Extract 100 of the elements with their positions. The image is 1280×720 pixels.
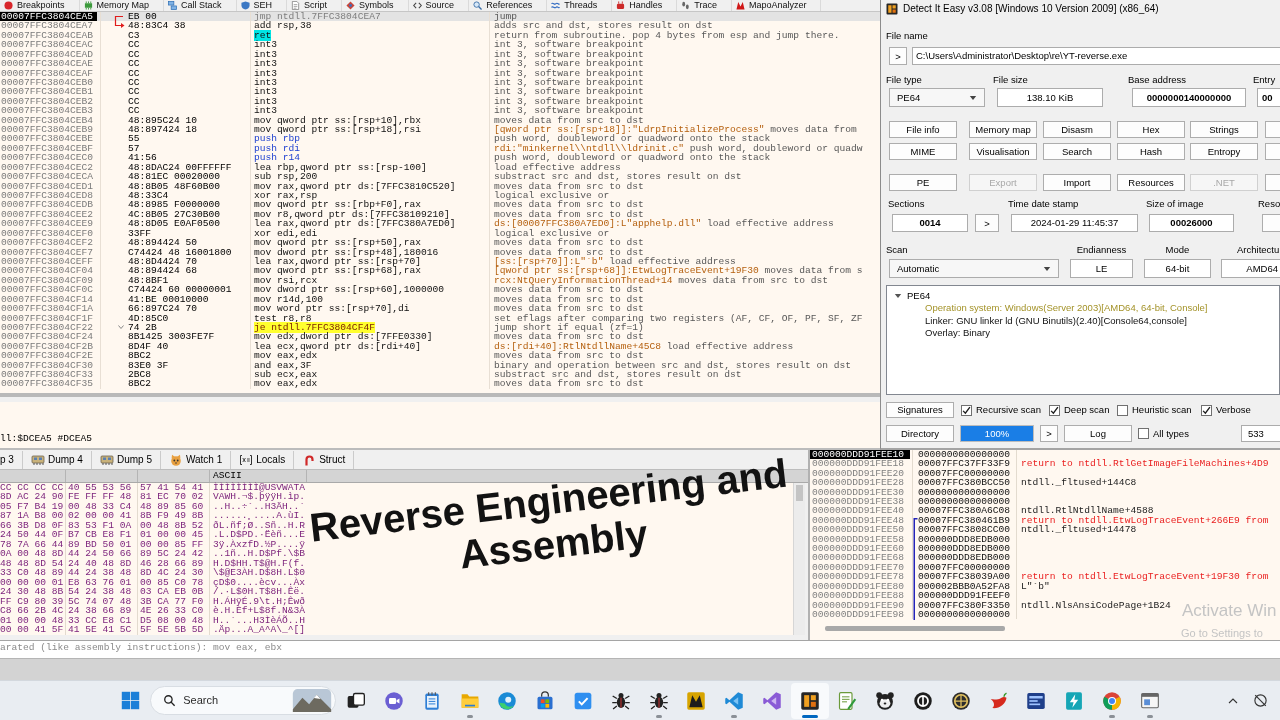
checkbox-label[interactable]: Deep scan <box>1064 404 1110 416</box>
stack-address[interactable]: 000000DDD91FEE18 <box>810 459 907 469</box>
stack-address[interactable]: 000000DDD91FEE98 <box>810 609 907 620</box>
value-field[interactable]: 138.10 KiB <box>997 88 1103 107</box>
memory-address[interactable]: 00007FFC3804CEA7 <box>0 21 95 31</box>
value-field[interactable]: AMD64 <box>1221 259 1280 278</box>
stack-address[interactable]: 000000DDD91FEE80 <box>810 581 907 592</box>
checkbox[interactable] <box>961 404 972 416</box>
value-field[interactable]: LE <box>1070 259 1133 278</box>
stack-address[interactable]: 000000DDD91FEE28 <box>810 478 907 488</box>
tool-button[interactable]: PE <box>889 174 957 191</box>
checkbox-label[interactable]: Heuristic scan <box>1132 404 1192 416</box>
tree-item[interactable]: Overlay: Binary <box>894 327 1279 340</box>
checkbox[interactable] <box>1049 404 1060 416</box>
checkbox-label[interactable]: Recursive scan <box>976 404 1041 416</box>
expand-button[interactable]: > <box>975 214 999 232</box>
value-field[interactable]: 0014 <box>892 214 968 232</box>
tool-button[interactable]: Hash <box>1117 143 1185 160</box>
dump-tab[interactable]: Struct <box>294 450 355 469</box>
stack-address[interactable]: 000000DDD91FEE10 <box>810 450 910 460</box>
row-highlight[interactable]: 00007FFC3804CEA5 EB 00 jmp ntdll.7FFC3804CEA7 jump <box>0 12 880 22</box>
memory-address[interactable]: 00007FFC3804CF09 <box>0 275 95 286</box>
stack-address[interactable]: 000000DDD91FEE38 <box>810 497 907 507</box>
stack-address[interactable]: 000000DDD91FEE48 <box>810 515 907 526</box>
memory-address[interactable]: 00007FFC3804CEC0 <box>0 153 95 163</box>
memory-address[interactable]: 00007FFC3804CF33 <box>0 370 95 380</box>
file-path-field[interactable]: C:\Users\Administrator\Desktop\re\YT-reverse.exe <box>912 47 1280 65</box>
search-bar[interactable]: Search <box>150 686 337 715</box>
directory-button[interactable]: Directory <box>886 425 954 442</box>
tool-button[interactable]: Entropy <box>1190 143 1258 160</box>
scrollbar-thumb[interactable] <box>796 485 803 501</box>
tool-button[interactable]: Disasm <box>1043 121 1111 138</box>
dump-tab[interactable]: Dump 5 <box>91 450 161 469</box>
memory-address[interactable]: 00007FFC3804CF2B <box>0 341 95 352</box>
memory-address[interactable]: 00007FFC3804CF1A <box>0 304 95 314</box>
memory-address[interactable]: 00007FFC3804CF35 <box>0 379 95 389</box>
checkbox[interactable] <box>1138 428 1149 439</box>
stack-address[interactable]: 000000DDD91FEE70 <box>810 562 907 573</box>
cut-off-button[interactable] <box>1265 121 1280 138</box>
debugger-tab[interactable]: Script <box>287 0 343 11</box>
debugger-tab[interactable]: MapoAnalyzer <box>731 0 822 11</box>
tool-button[interactable]: Import <box>1043 174 1111 191</box>
debugger-tab[interactable]: Handles <box>612 0 678 11</box>
checkbox[interactable] <box>1117 404 1128 416</box>
dump-tab[interactable]: Locals <box>231 450 295 469</box>
memory-address[interactable]: 00007FFC3804CF0C <box>0 285 95 295</box>
memory-address[interactable]: 00007FFC3804CEE9 <box>0 219 95 229</box>
checkbox-label[interactable]: All types <box>1153 427 1189 440</box>
debugger-tab[interactable]: Call Stack <box>164 0 237 11</box>
signatures-button[interactable]: Signatures <box>886 402 954 418</box>
dump-tab[interactable]: Dump 4 <box>22 450 92 469</box>
memory-address[interactable]: 00007FFC3804CEAF <box>0 68 95 78</box>
debugger-tab[interactable]: Breakpoints <box>0 0 80 11</box>
checkbox[interactable] <box>1201 404 1212 416</box>
value-field[interactable]: 2024-01-29 11:45:37 <box>1011 214 1138 232</box>
memory-address[interactable]: 00007FFC3804CEAD <box>0 49 95 60</box>
stack-address[interactable]: 000000DDD91FEE78 <box>810 572 907 582</box>
debugger-tab[interactable]: Symbols <box>342 0 409 11</box>
cut-off-button[interactable] <box>1265 143 1280 160</box>
tool-button[interactable]: Hex <box>1117 121 1185 138</box>
memory-address[interactable]: 00007FFC3804CEB2 <box>0 96 95 107</box>
command-field[interactable]: arated (like assembly instructions): mov eax, ebx <box>0 640 1280 654</box>
tool-button[interactable]: Strings <box>1190 121 1258 138</box>
tree-item[interactable]: PE64 <box>907 289 931 302</box>
stack-address[interactable]: 000000DDD91FEE68 <box>810 553 907 563</box>
stack-address[interactable]: 000000DDD91FEE58 <box>810 534 907 545</box>
memory-address[interactable]: 00007FFC3804CEB1 <box>0 87 95 97</box>
scrollbar[interactable] <box>793 483 805 635</box>
value-field[interactable]: 00 <box>1257 88 1280 107</box>
column-header[interactable]: ASCII <box>213 470 242 481</box>
stack-address[interactable]: 000000DDD91FEE20 <box>810 468 907 479</box>
tool-button[interactable]: Search <box>1043 143 1111 160</box>
tool-button[interactable]: File info <box>889 121 957 138</box>
caret-down-icon[interactable] <box>894 291 902 300</box>
dump-tab[interactable]: Watch 1 <box>160 450 232 469</box>
memory-address[interactable]: 00007FFC3804CEDB <box>0 200 95 210</box>
debugger-tab[interactable]: Memory Map <box>79 0 165 11</box>
memory-address[interactable]: 00007FFC3804CEF2 <box>0 238 95 248</box>
memory-address[interactable]: 00007FFC3804CEB9 <box>0 125 95 135</box>
next-button[interactable]: > <box>1040 425 1058 442</box>
stack-address[interactable]: 000000DDD91FEE50 <box>810 525 907 535</box>
memory-address[interactable]: 00007FFC3804CEB0 <box>0 77 95 88</box>
memory-address[interactable]: 00007FFC3804CEB4 <box>0 115 95 126</box>
memory-address[interactable]: 00007FFC3804CEB3 <box>0 106 95 116</box>
tool-button[interactable]: Memory map <box>969 121 1037 138</box>
memory-address[interactable]: 00007FFC3804CF1F <box>0 313 95 323</box>
memory-address[interactable]: 00007FFC3804CEF7 <box>0 247 95 257</box>
value-field[interactable]: 64-bit <box>1144 259 1211 278</box>
memory-address[interactable]: 00007FFC3804CF22 <box>0 322 95 333</box>
stack-address[interactable]: 000000DDD91FEE30 <box>810 487 907 498</box>
stack-address[interactable]: 000000DDD91FEE88 <box>810 591 907 601</box>
stack-address[interactable]: 000000DDD91FEE60 <box>810 544 907 554</box>
checkbox-label[interactable]: Verbose <box>1216 404 1251 416</box>
tool-button[interactable]: MIME <box>889 143 957 160</box>
debugger-tab[interactable]: Threads <box>547 0 613 11</box>
browse-button[interactable]: > <box>889 47 907 65</box>
taskbar-app[interactable] <box>790 682 829 719</box>
memory-address[interactable]: 00007FFC3804CF30 <box>0 360 95 371</box>
memory-address[interactable]: 00007FFC3804CED8 <box>0 191 95 201</box>
tool-button[interactable]: Visualisation <box>969 143 1037 160</box>
